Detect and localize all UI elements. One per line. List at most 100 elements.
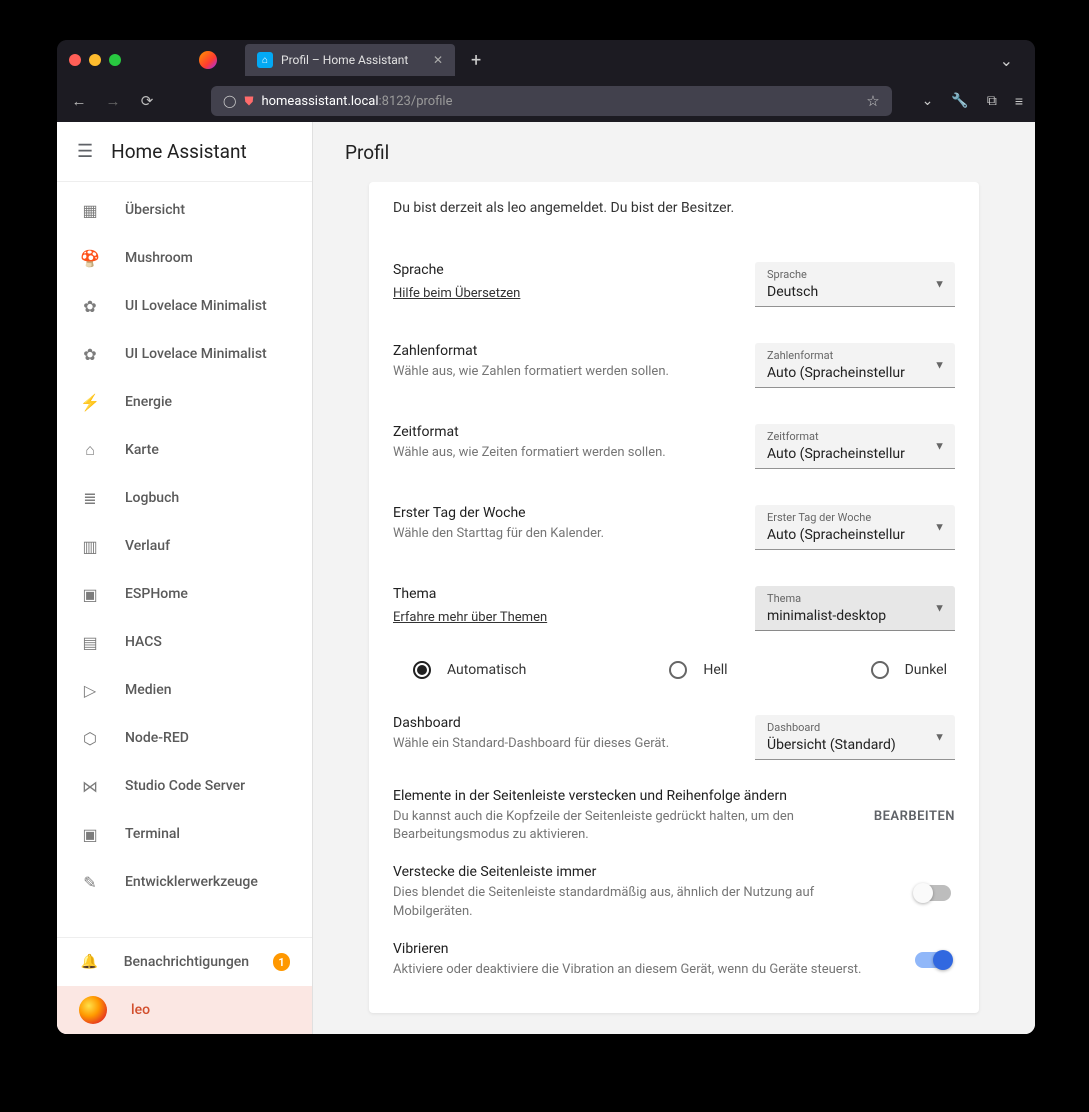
sidebar-item-label: Entwicklerwerkzeuge xyxy=(125,874,258,890)
sidebar-item-history[interactable]: ▥Verlauf xyxy=(57,522,312,570)
theme-more-link[interactable]: Erfahre mehr über Themen xyxy=(393,610,547,625)
sidebar-title: Home Assistant xyxy=(111,140,247,163)
dashboard-select[interactable]: Dashboard Übersicht (Standard) ▼ xyxy=(755,715,955,760)
sidebar-item-map[interactable]: ⌂ Karte xyxy=(57,426,312,474)
radio-label: Automatisch xyxy=(447,662,526,678)
url-bar[interactable]: ◯ ⛊ homeassistant.local:8123/profile ☆ xyxy=(211,86,892,116)
flower-icon: ✿ xyxy=(79,345,101,364)
sidebar-item-hacs[interactable]: ▤HACS xyxy=(57,618,312,666)
sidebar-header: ☰ Home Assistant xyxy=(57,122,312,182)
sidebar-item-label: UI Lovelace Minimalist xyxy=(125,298,267,314)
chevron-down-icon: ▼ xyxy=(934,602,945,615)
sidebar-item-vscode[interactable]: ⋈Studio Code Server xyxy=(57,762,312,810)
time-format-desc: Wähle aus, wie Zeiten formatiert werden … xyxy=(393,444,735,462)
menu-icon[interactable]: ≡ xyxy=(1015,93,1023,110)
first-day-desc: Wähle den Starttag für den Kalender. xyxy=(393,525,735,543)
sidebar-item-lovelace-2[interactable]: ✿UI Lovelace Minimalist xyxy=(57,330,312,378)
sidebar-item-label: Energie xyxy=(125,394,172,410)
close-window-icon[interactable] xyxy=(69,54,81,66)
sidebar-items: ▦Übersicht 🍄Mushroom ✿ UI Lovelace Minima… xyxy=(57,182,312,937)
radio-dark[interactable]: Dunkel xyxy=(871,661,947,679)
sidebar-item-media[interactable]: ▷Medien xyxy=(57,666,312,714)
sidebar-item-nodered[interactable]: ⬡Node-RED xyxy=(57,714,312,762)
bookmark-icon[interactable]: ☆ xyxy=(866,92,879,110)
sidebar-item-label: leo xyxy=(131,1002,150,1018)
select-value: Auto (Spracheinstellur xyxy=(767,527,905,543)
sidebar: ☰ Home Assistant ▦Übersicht 🍄Mushroom ✿ U… xyxy=(57,122,313,1034)
forward-button[interactable]: → xyxy=(103,92,123,110)
store-icon: ▤ xyxy=(79,633,101,652)
avatar xyxy=(79,996,107,1024)
extensions-icon[interactable]: ⧉ xyxy=(987,93,997,110)
tab-title: Profil – Home Assistant xyxy=(281,53,408,67)
sidebar-item-label: Node-RED xyxy=(125,730,189,746)
tab-bar: ⌂ Profil – Home Assistant ✕ + xyxy=(245,44,980,76)
map-icon: ⌂ xyxy=(79,440,101,460)
radio-label: Hell xyxy=(703,662,727,678)
sidebar-item-profile[interactable]: leo xyxy=(57,986,312,1034)
language-select[interactable]: Sprache Deutsch ▼ xyxy=(755,262,955,307)
radio-light[interactable]: Hell xyxy=(669,661,727,679)
flower-icon: ✿ xyxy=(79,297,101,316)
minimize-window-icon[interactable] xyxy=(89,54,101,66)
select-label: Dashboard xyxy=(767,721,925,734)
theme-title: Thema xyxy=(393,586,735,602)
url-host: homeassistant.local xyxy=(261,94,378,109)
sidebar-item-lovelace-1[interactable]: ✿ UI Lovelace Minimalist xyxy=(57,282,312,330)
sidebar-item-mushroom[interactable]: 🍄Mushroom xyxy=(57,234,312,282)
radio-auto[interactable]: Automatisch xyxy=(413,661,526,679)
page-title: Profil xyxy=(313,122,1035,182)
wrench-icon[interactable]: 🔧 xyxy=(951,93,968,110)
sidebar-footer: 🔔 Benachrichtigungen 1 leo xyxy=(57,937,312,1034)
time-format-select[interactable]: Zeitformat Auto (Spracheinstellur ▼ xyxy=(755,424,955,469)
browser-tab[interactable]: ⌂ Profil – Home Assistant ✕ xyxy=(245,44,455,76)
chip-icon: ▣ xyxy=(79,585,101,604)
lock-icon[interactable]: ⛊ xyxy=(244,94,253,109)
edit-button[interactable]: BEARBEITEN xyxy=(874,809,955,824)
sidebar-collapse-icon[interactable]: ☰ xyxy=(77,141,93,162)
hide-sidebar-title: Verstecke die Seitenleiste immer xyxy=(393,864,895,880)
sidebar-item-terminal[interactable]: ▣Terminal xyxy=(57,810,312,858)
profile-card: Du bist derzeit als leo angemeldet. Du b… xyxy=(369,182,979,1013)
dashboard-desc: Wähle ein Standard-Dashboard für dieses … xyxy=(393,735,735,753)
first-day-select[interactable]: Erster Tag der Woche Auto (Spracheinstel… xyxy=(755,505,955,550)
time-format-title: Zeitformat xyxy=(393,424,735,440)
sidebar-item-notifications[interactable]: 🔔 Benachrichtigungen 1 xyxy=(57,938,312,986)
radio-icon xyxy=(871,661,889,679)
select-value: minimalist-desktop xyxy=(767,608,886,624)
hide-sidebar-switch[interactable] xyxy=(915,885,951,901)
new-tab-button[interactable]: + xyxy=(461,50,491,71)
sidebar-edit-title: Elemente in der Seitenleiste verstecken … xyxy=(393,788,854,804)
firefox-icon xyxy=(199,51,217,69)
switch-knob xyxy=(913,883,933,903)
row-time-format: Zeitformat Wähle aus, wie Zeiten formati… xyxy=(393,406,955,487)
sidebar-item-logbook[interactable]: ≣Logbuch xyxy=(57,474,312,522)
translate-help-link[interactable]: Hilfe beim Übersetzen xyxy=(393,286,520,301)
maximize-window-icon[interactable] xyxy=(109,54,121,66)
sidebar-item-label: Verlauf xyxy=(125,538,170,554)
select-value: Deutsch xyxy=(767,284,818,300)
select-label: Thema xyxy=(767,592,925,605)
sidebar-item-esphome[interactable]: ▣ESPHome xyxy=(57,570,312,618)
tab-overflow-icon[interactable]: ⌄ xyxy=(990,51,1023,70)
number-format-desc: Wähle aus, wie Zahlen formatiert werden … xyxy=(393,363,735,381)
sidebar-item-devtools[interactable]: ✎Entwicklerwerkzeuge xyxy=(57,858,312,906)
number-format-select[interactable]: Zahlenformat Auto (Spracheinstellur ▼ xyxy=(755,343,955,388)
shield-icon[interactable]: ◯ xyxy=(223,94,236,108)
vibrate-switch[interactable] xyxy=(915,952,951,968)
sidebar-item-label: Übersicht xyxy=(125,202,185,218)
reload-button[interactable]: ⟳ xyxy=(137,92,157,110)
pocket-icon[interactable]: ⌄ xyxy=(922,93,934,110)
sidebar-item-label: Logbuch xyxy=(125,490,179,506)
sidebar-item-energy[interactable]: ⚡ Energie xyxy=(57,378,312,426)
main-scroll[interactable]: Du bist derzeit als leo angemeldet. Du b… xyxy=(313,182,1035,1034)
lightning-icon: ⚡ xyxy=(79,393,101,412)
notification-badge: 1 xyxy=(273,953,290,971)
chevron-down-icon: ▼ xyxy=(934,521,945,534)
back-button[interactable]: ← xyxy=(69,92,89,110)
sidebar-item-overview[interactable]: ▦Übersicht xyxy=(57,186,312,234)
sidebar-item-label: Karte xyxy=(125,442,159,458)
bell-icon: 🔔 xyxy=(79,954,100,970)
close-tab-icon[interactable]: ✕ xyxy=(433,53,443,67)
theme-select[interactable]: Thema minimalist-desktop ▼ xyxy=(755,586,955,631)
